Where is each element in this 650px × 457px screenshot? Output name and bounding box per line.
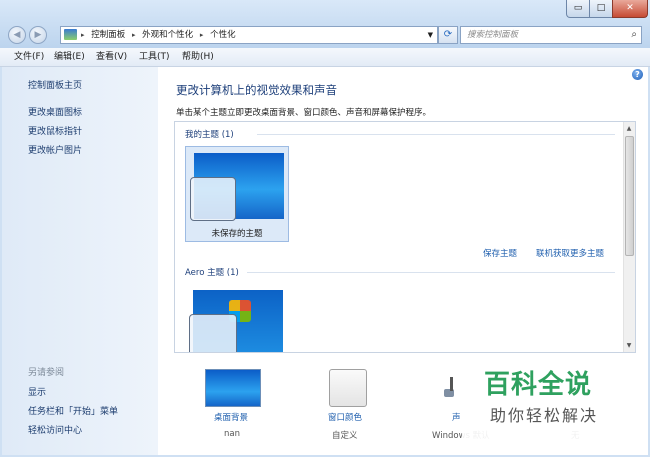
window-preview bbox=[189, 314, 237, 352]
sidebar-control-panel-home[interactable]: 控制面板主页 bbox=[28, 78, 82, 91]
refresh-button[interactable]: ⟳ bbox=[438, 26, 458, 44]
theme-windows7[interactable] bbox=[189, 288, 285, 352]
see-also-display[interactable]: 显示 bbox=[28, 385, 46, 398]
theme-label: 未保存的主题 bbox=[211, 229, 263, 239]
forward-button[interactable]: ▶ bbox=[29, 26, 47, 44]
theme-unsaved[interactable]: 未保存的主题 bbox=[185, 146, 289, 242]
minimize-button[interactable]: ▭ bbox=[566, 0, 590, 18]
themes-list: 我的主题 (1) 未保存的主题 保存主题 联机获取更多主题 Aero 主题 (1… bbox=[174, 121, 636, 353]
search-placeholder: 搜索控制面板 bbox=[467, 30, 519, 40]
sounds-icon bbox=[444, 375, 464, 399]
back-icon: ◀ bbox=[13, 30, 21, 40]
desktop-background-button[interactable]: 桌面背景 nan bbox=[202, 367, 262, 447]
menu-file[interactable]: 文件(F) bbox=[14, 48, 44, 66]
page-description: 单击某个主题立即更改桌面背景、窗口颜色、声音和屏幕保护程序。 bbox=[176, 108, 432, 118]
breadcrumb-separator: ▸ bbox=[81, 31, 85, 39]
desktop-background-value: nan bbox=[224, 429, 240, 439]
address-dropdown-icon[interactable]: ▼ bbox=[428, 27, 433, 43]
menu-edit[interactable]: 编辑(E) bbox=[54, 48, 85, 66]
back-button[interactable]: ◀ bbox=[8, 26, 26, 44]
breadcrumb: ▸ 控制面板 ▸ 外观和个性化 ▸ 个性化 bbox=[81, 27, 240, 43]
window-color-value: 自定义 bbox=[332, 431, 358, 441]
help-icon[interactable]: ? bbox=[632, 69, 643, 80]
forward-icon: ▶ bbox=[34, 30, 42, 40]
close-button[interactable]: ✕ bbox=[612, 0, 648, 18]
see-also-taskbar[interactable]: 任务栏和「开始」菜单 bbox=[28, 404, 118, 417]
close-icon: ✕ bbox=[626, 3, 634, 13]
group-divider bbox=[247, 272, 615, 273]
watermark: 百科全说 助你轻松解决 bbox=[462, 356, 648, 455]
my-themes-header: 我的主题 (1) bbox=[185, 130, 234, 140]
scroll-up-icon[interactable]: ▲ bbox=[624, 125, 634, 132]
breadcrumb-separator: ▸ bbox=[131, 31, 136, 39]
breadcrumb-control-panel[interactable]: 控制面板 bbox=[91, 30, 125, 40]
scrollbar-thumb[interactable] bbox=[625, 136, 634, 256]
personalization-window: ▭ □ ✕ ◀ ▶ ▸ 控制面板 ▸ 外观和个性化 ▸ 个性化 ▼ ⟳ 搜索控制… bbox=[0, 0, 650, 457]
scroll-down-icon[interactable]: ▼ bbox=[624, 342, 634, 349]
save-theme-link[interactable]: 保存主题 bbox=[483, 247, 517, 259]
window-preview bbox=[190, 177, 236, 221]
get-more-themes-link[interactable]: 联机获取更多主题 bbox=[536, 247, 604, 259]
desktop-background-icon bbox=[205, 369, 261, 407]
breadcrumb-personalization[interactable]: 个性化 bbox=[210, 30, 236, 40]
maximize-button[interactable]: □ bbox=[589, 0, 613, 18]
menu-tools[interactable]: 工具(T) bbox=[139, 48, 170, 66]
sidebar: 控制面板主页 更改桌面图标 更改鼠标指针 更改帐户图片 另请参阅 显示 任务栏和… bbox=[2, 67, 158, 455]
group-divider bbox=[257, 134, 615, 135]
window-color-icon bbox=[329, 369, 367, 407]
refresh-icon: ⟳ bbox=[443, 29, 453, 40]
control-panel-icon bbox=[64, 29, 77, 40]
see-also-title: 另请参阅 bbox=[28, 368, 65, 378]
see-also-ease-of-access[interactable]: 轻松访问中心 bbox=[28, 423, 82, 436]
sidebar-change-account-picture[interactable]: 更改帐户图片 bbox=[28, 143, 82, 156]
menu-bar: 文件(F) 编辑(E) 查看(V) 工具(T) 帮助(H) bbox=[0, 48, 650, 67]
search-icon[interactable]: ⌕ bbox=[631, 27, 637, 43]
sounds-label: 声 bbox=[452, 413, 461, 423]
watermark-title: 百科全说 bbox=[484, 370, 593, 400]
menu-help[interactable]: 帮助(H) bbox=[182, 48, 214, 66]
window-color-label: 窗口颜色 bbox=[328, 413, 363, 423]
watermark-subtitle: 助你轻松解决 bbox=[490, 406, 599, 425]
sidebar-change-mouse-pointers[interactable]: 更改鼠标指针 bbox=[28, 124, 82, 137]
desktop-background-label: 桌面背景 bbox=[214, 413, 249, 423]
minimize-icon: ▭ bbox=[573, 3, 583, 13]
sidebar-change-desktop-icons[interactable]: 更改桌面图标 bbox=[28, 105, 82, 118]
page-title: 更改计算机上的视觉效果和声音 bbox=[176, 83, 337, 97]
breadcrumb-separator: ▸ bbox=[199, 31, 204, 39]
themes-scrollbar[interactable]: ▲ ▼ bbox=[623, 122, 635, 352]
aero-themes-header: Aero 主题 (1) bbox=[185, 268, 239, 278]
menu-view[interactable]: 查看(V) bbox=[96, 48, 127, 66]
maximize-icon: □ bbox=[596, 3, 606, 13]
window-color-button[interactable]: 窗口颜色 自定义 bbox=[324, 367, 384, 447]
search-input[interactable]: 搜索控制面板 ⌕ bbox=[460, 26, 642, 44]
address-bar[interactable]: ▸ 控制面板 ▸ 外观和个性化 ▸ 个性化 ▼ bbox=[60, 26, 438, 44]
breadcrumb-appearance[interactable]: 外观和个性化 bbox=[142, 30, 193, 40]
